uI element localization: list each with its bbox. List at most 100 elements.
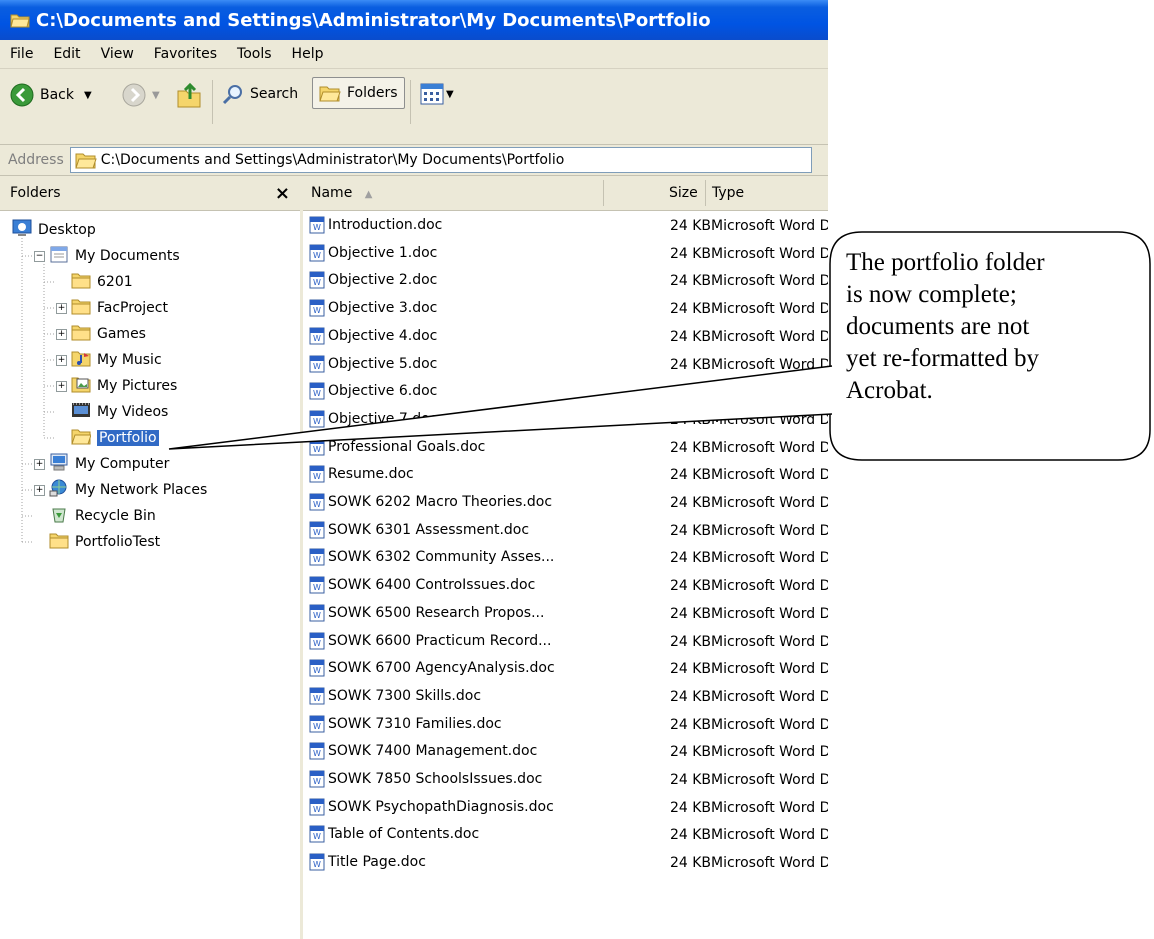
file-row[interactable]: W Table of Contents.doc 24 KB Microsoft Wor… xyxy=(303,822,828,850)
menu-item-edit[interactable]: Edit xyxy=(43,46,90,62)
tree-item-desktop[interactable]: Desktop xyxy=(12,217,96,243)
file-name-cell[interactable]: W SOWK 7400 Management.doc xyxy=(309,742,537,760)
file-row[interactable]: W SOWK 6301 Assessment.doc 24 KB Microsoft … xyxy=(303,518,828,546)
toolbar-separator xyxy=(212,80,213,124)
column-header-type[interactable]: Type xyxy=(712,185,744,201)
expand-icon[interactable]: + xyxy=(56,302,67,314)
file-row[interactable]: W SOWK 7310 Families.doc 24 KB Microsoft Wo… xyxy=(303,712,828,740)
file-name-cell[interactable]: W Objective 5.doc xyxy=(309,355,437,373)
close-icon[interactable]: × xyxy=(275,183,290,204)
svg-text:W: W xyxy=(313,583,321,592)
file-row[interactable]: W Professional Goals.doc 24 KB Microsoft Wo… xyxy=(303,435,828,463)
file-name-cell[interactable]: W SOWK 6700 AgencyAnalysis.doc xyxy=(309,659,555,677)
column-divider[interactable] xyxy=(705,180,706,206)
views-dropdown-icon[interactable]: ▼ xyxy=(446,89,454,100)
collapse-icon[interactable]: − xyxy=(34,250,45,262)
tree-item-portfolio[interactable]: Portfolio xyxy=(71,425,159,451)
file-row[interactable]: W SOWK 7850 SchoolsIssues.doc 24 KB Microso… xyxy=(303,767,828,795)
forward-button[interactable]: ▼ xyxy=(122,83,160,107)
tree-item-portfoliotest[interactable]: PortfolioTest xyxy=(49,529,160,555)
back-dropdown-icon[interactable]: ▼ xyxy=(84,90,92,101)
file-name-cell[interactable]: W Objective 7.doc xyxy=(309,410,437,428)
tree-item-my-documents[interactable]: − My Documents xyxy=(34,243,180,269)
tree-item-my-computer[interactable]: + My Computer xyxy=(34,451,169,477)
file-row[interactable]: W Objective 3.doc 24 KB Microsoft Word D xyxy=(303,296,828,324)
file-name-cell[interactable]: W SOWK 6500 Research Propos... xyxy=(309,604,544,622)
file-name-cell[interactable]: W SOWK PsychopathDiagnosis.doc xyxy=(309,798,554,816)
tree-item-my-pictures[interactable]: + My Pictures xyxy=(56,373,177,399)
file-name-cell[interactable]: W SOWK 7300 Skills.doc xyxy=(309,687,481,705)
file-row[interactable]: W Resume.doc 24 KB Microsoft Word D xyxy=(303,462,828,490)
tree-item-my-music[interactable]: + My Music xyxy=(56,347,162,373)
file-row[interactable]: W Objective 6.doc xyxy=(303,379,828,407)
back-button[interactable]: Back ▼ xyxy=(10,83,92,107)
tree-item-my-videos[interactable]: My Videos xyxy=(71,399,168,425)
file-row[interactable]: W Objective 5.doc 24 KB Microsoft Word D xyxy=(303,352,828,380)
expand-icon[interactable]: + xyxy=(56,380,67,392)
menu-item-tools[interactable]: Tools xyxy=(227,46,282,62)
file-row[interactable]: W SOWK 6302 Community Asses... 24 KB Micros… xyxy=(303,545,828,573)
title-bar[interactable]: C:\Documents and Settings\Administrator\… xyxy=(0,0,828,40)
expand-icon[interactable]: + xyxy=(56,328,67,340)
expand-icon[interactable]: + xyxy=(56,354,67,366)
file-row[interactable]: W Objective 4.doc 24 KB Microsoft Word D xyxy=(303,324,828,352)
menu-item-help[interactable]: Help xyxy=(282,46,334,62)
file-name-cell[interactable]: W SOWK 6301 Assessment.doc xyxy=(309,521,529,539)
file-row[interactable]: W SOWK 7300 Skills.doc 24 KB Microsoft Word… xyxy=(303,684,828,712)
file-row[interactable]: W SOWK 6400 ControIssues.doc 24 KB Microsof… xyxy=(303,573,828,601)
file-name-cell[interactable]: W Resume.doc xyxy=(309,465,414,483)
file-name-cell[interactable]: W SOWK 6302 Community Asses... xyxy=(309,548,554,566)
file-row[interactable]: W Introduction.doc 24 KB Microsoft Word D xyxy=(303,213,828,241)
file-name-cell[interactable]: W SOWK 6600 Practicum Record... xyxy=(309,632,551,650)
file-name-cell[interactable]: W Objective 6.doc xyxy=(309,382,437,400)
address-input[interactable]: C:\Documents and Settings\Administrator\… xyxy=(69,147,812,173)
menu-item-favorites[interactable]: Favorites xyxy=(144,46,227,62)
tree-item-label: My Pictures xyxy=(97,378,178,394)
column-divider[interactable] xyxy=(603,180,604,206)
forward-dropdown-icon[interactable]: ▼ xyxy=(152,90,160,101)
file-name-cell[interactable]: W Objective 2.doc xyxy=(309,271,437,289)
file-row[interactable]: W SOWK PsychopathDiagnosis.doc 24 KB Micros… xyxy=(303,795,828,823)
file-name-cell[interactable]: W SOWK 6202 Macro Theories.doc xyxy=(309,493,552,511)
views-button[interactable]: ▼ xyxy=(420,83,454,105)
menu-item-view[interactable]: View xyxy=(91,46,144,62)
file-row[interactable]: W SOWK 6600 Practicum Record... 24 KB Micro… xyxy=(303,629,828,657)
expand-icon[interactable]: + xyxy=(34,458,45,470)
file-name: Professional Goals.doc xyxy=(328,438,486,455)
svg-text:W: W xyxy=(313,805,321,814)
file-row[interactable]: W SOWK 6700 AgencyAnalysis.doc 24 KB Micros… xyxy=(303,656,828,684)
word-document-icon: W xyxy=(309,355,325,372)
up-folder-button[interactable] xyxy=(176,81,202,109)
file-name-cell[interactable]: W Objective 3.doc xyxy=(309,299,437,317)
menu-item-file[interactable]: File xyxy=(0,46,43,62)
tree-item-facproject[interactable]: + FacProject xyxy=(56,295,168,321)
file-row[interactable]: W Objective 2.doc 24 KB Microsoft Word D xyxy=(303,268,828,296)
tree-item-recycle-bin[interactable]: Recycle Bin xyxy=(49,503,156,529)
file-type: Microsoft Word D xyxy=(711,855,828,872)
file-row[interactable]: W SOWK 6500 Research Propos... 24 KB Micros… xyxy=(303,601,828,629)
file-name-cell[interactable]: W Title Page.doc xyxy=(309,853,426,871)
file-name-cell[interactable]: W Objective 4.doc xyxy=(309,327,437,345)
tree-item-my-network-places[interactable]: + My Network Places xyxy=(34,477,207,503)
file-row[interactable]: W Objective 1.doc 24 KB Microsoft Word D xyxy=(303,241,828,269)
file-name-cell[interactable]: W Objective 1.doc xyxy=(309,244,437,262)
folders-button[interactable]: Folders xyxy=(312,77,405,109)
file-row[interactable]: W Objective 7.doc 24 KB Microsoft Word D xyxy=(303,407,828,435)
file-name-cell[interactable]: W SOWK 7310 Families.doc xyxy=(309,715,502,733)
tree-item-6201[interactable]: 6201 xyxy=(71,269,133,295)
expand-icon[interactable]: + xyxy=(34,484,45,496)
file-row[interactable]: W SOWK 7400 Management.doc 24 KB Microsoft … xyxy=(303,739,828,767)
file-row[interactable]: W Title Page.doc 24 KB Microsoft Word D xyxy=(303,850,828,878)
file-row[interactable]: W SOWK 6202 Macro Theories.doc 24 KB Micros… xyxy=(303,490,828,518)
file-name-cell[interactable]: W Introduction.doc xyxy=(309,216,442,234)
column-header-size[interactable]: Size xyxy=(669,185,698,201)
file-name-cell[interactable]: W Table of Contents.doc xyxy=(309,825,479,843)
file-type: Microsoft Word D xyxy=(711,245,828,262)
tree-item-label: My Computer xyxy=(75,456,170,472)
column-header-name[interactable]: Name ▲ xyxy=(311,185,372,201)
file-name-cell[interactable]: W SOWK 6400 ControIssues.doc xyxy=(309,576,535,594)
search-button[interactable]: Search xyxy=(222,83,298,105)
tree-item-games[interactable]: + Games xyxy=(56,321,146,347)
file-name-cell[interactable]: W SOWK 7850 SchoolsIssues.doc xyxy=(309,770,542,788)
file-name-cell[interactable]: W Professional Goals.doc xyxy=(309,438,485,456)
